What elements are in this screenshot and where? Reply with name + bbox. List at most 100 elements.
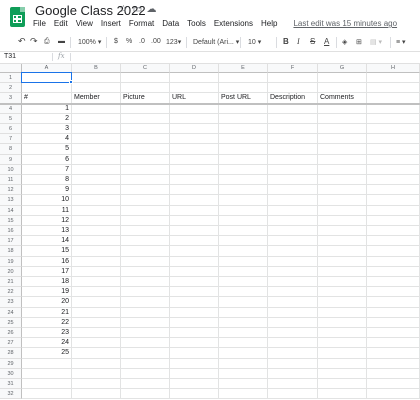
cell-f7[interactable] (268, 134, 318, 145)
cell-c22[interactable] (121, 287, 170, 298)
cell-b13[interactable] (72, 195, 121, 206)
cell-a4[interactable]: 1 (22, 103, 72, 114)
bold-button[interactable]: B (283, 37, 289, 46)
cell-c27[interactable] (121, 338, 170, 349)
cell-g9[interactable] (318, 154, 367, 165)
cell-a5[interactable]: 2 (22, 113, 72, 124)
cell-h11[interactable] (367, 175, 420, 186)
cell-d17[interactable] (170, 236, 219, 247)
menu-view[interactable]: View (76, 19, 93, 28)
cell-a13[interactable]: 10 (22, 195, 72, 206)
cell-d9[interactable] (170, 154, 219, 165)
row-header[interactable]: 15 (0, 215, 22, 226)
cell-d14[interactable] (170, 205, 219, 216)
cell-c14[interactable] (121, 205, 170, 216)
cell-g13[interactable] (318, 195, 367, 206)
cell-e12[interactable] (219, 185, 268, 196)
cell-c20[interactable] (121, 266, 170, 277)
cell-g24[interactable] (318, 307, 367, 318)
cell-h12[interactable] (367, 185, 420, 196)
cell-b12[interactable] (72, 185, 121, 196)
borders-icon[interactable]: ⊞ (356, 38, 362, 46)
cell-a10[interactable]: 7 (22, 164, 72, 175)
cell-c21[interactable] (121, 277, 170, 288)
cell-e19[interactable] (219, 256, 268, 267)
cell-e15[interactable] (219, 215, 268, 226)
menu-data[interactable]: Data (162, 19, 179, 28)
cell-e4[interactable] (219, 103, 268, 114)
cell-h13[interactable] (367, 195, 420, 206)
cell-e21[interactable] (219, 277, 268, 288)
cell-d21[interactable] (170, 277, 219, 288)
cell-g23[interactable] (318, 297, 367, 308)
cell-b15[interactable] (72, 215, 121, 226)
menu-help[interactable]: Help (261, 19, 277, 28)
cell-b5[interactable] (72, 113, 121, 124)
cell-c29[interactable] (121, 358, 170, 369)
cell-g21[interactable] (318, 277, 367, 288)
spreadsheet-grid[interactable]: A B C D E F G H 1 2 3 # Member Picture URL Post URL Desc… (0, 64, 420, 400)
row-header[interactable]: 4 (0, 103, 22, 114)
row-header[interactable]: 24 (0, 307, 22, 318)
cell-f24[interactable] (268, 307, 318, 318)
cell-c13[interactable] (121, 195, 170, 206)
cell-g5[interactable] (318, 113, 367, 124)
row-header[interactable]: 13 (0, 195, 22, 206)
cell-a2[interactable] (22, 83, 72, 94)
cell-d2[interactable] (170, 83, 219, 94)
cell-c1[interactable] (121, 73, 170, 84)
row-header[interactable]: 20 (0, 266, 22, 277)
cell-b4[interactable] (72, 103, 121, 114)
cell-f20[interactable] (268, 266, 318, 277)
row-header[interactable]: 11 (0, 175, 22, 186)
folder-icon[interactable]: ▭ (132, 4, 143, 15)
cell-h17[interactable] (367, 236, 420, 247)
cell-b20[interactable] (72, 266, 121, 277)
column-header-b[interactable]: B (72, 64, 121, 73)
font-size-select[interactable]: 10 ▾ (248, 38, 261, 46)
cell-a8[interactable]: 5 (22, 144, 72, 155)
cell-f19[interactable] (268, 256, 318, 267)
cell-f32[interactable] (268, 389, 318, 400)
cell-a28[interactable]: 25 (22, 348, 72, 359)
cell-e28[interactable] (219, 348, 268, 359)
cell-f26[interactable] (268, 328, 318, 339)
currency-button[interactable]: $ (114, 38, 118, 45)
cell-c25[interactable] (121, 317, 170, 328)
row-header[interactable]: 14 (0, 205, 22, 216)
cell-c2[interactable] (121, 83, 170, 94)
cell-h5[interactable] (367, 113, 420, 124)
cell-f12[interactable] (268, 185, 318, 196)
print-icon[interactable]: ⎙ (44, 38, 50, 46)
cell-e25[interactable] (219, 317, 268, 328)
cell-a12[interactable]: 9 (22, 185, 72, 196)
cell-f27[interactable] (268, 338, 318, 349)
cell-g29[interactable] (318, 358, 367, 369)
cell-d12[interactable] (170, 185, 219, 196)
cell-h23[interactable] (367, 297, 420, 308)
row-header[interactable]: 25 (0, 317, 22, 328)
sheets-logo-icon[interactable] (10, 7, 25, 27)
cell-e18[interactable] (219, 246, 268, 257)
align-icon[interactable]: ≡ ▾ (396, 38, 406, 46)
cell-g7[interactable] (318, 134, 367, 145)
cell-c5[interactable] (121, 113, 170, 124)
cell-a16[interactable]: 13 (22, 226, 72, 237)
cell-d25[interactable] (170, 317, 219, 328)
cell-b23[interactable] (72, 297, 121, 308)
cell-h29[interactable] (367, 358, 420, 369)
cell-h26[interactable] (367, 328, 420, 339)
cell-f21[interactable] (268, 277, 318, 288)
zoom-select[interactable]: 100% ▾ (78, 38, 101, 46)
cell-a19[interactable]: 16 (22, 256, 72, 267)
cell-a21[interactable]: 18 (22, 277, 72, 288)
cell-a24[interactable]: 21 (22, 307, 72, 318)
row-header[interactable]: 32 (0, 389, 22, 400)
cell-f4[interactable] (268, 103, 318, 114)
cloud-icon[interactable]: ☁ (146, 4, 157, 15)
cell-a18[interactable]: 15 (22, 246, 72, 257)
row-header[interactable]: 23 (0, 297, 22, 308)
cell-d10[interactable] (170, 164, 219, 175)
cell-e8[interactable] (219, 144, 268, 155)
cell-b27[interactable] (72, 338, 121, 349)
